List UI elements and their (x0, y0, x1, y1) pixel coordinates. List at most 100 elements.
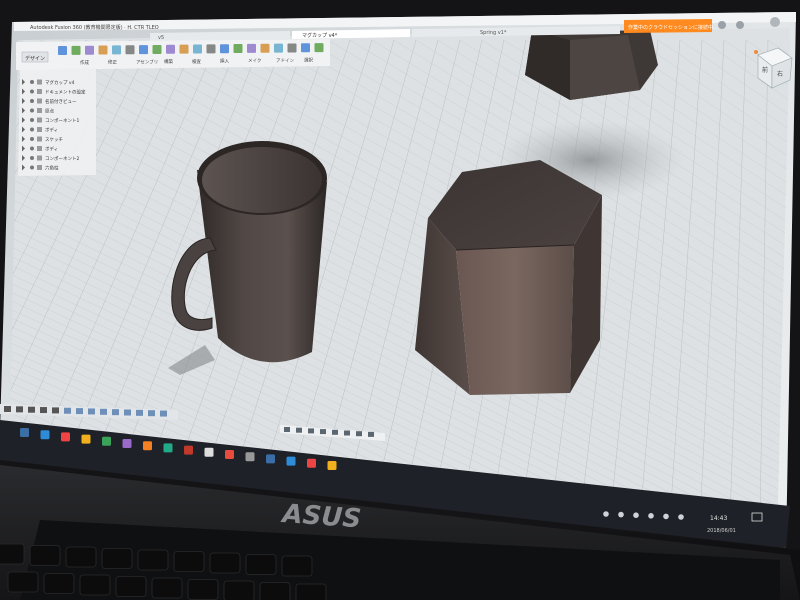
folder-icon (37, 146, 42, 151)
timeline-step-icon[interactable] (40, 407, 47, 414)
tray-icon[interactable] (633, 512, 639, 518)
taskbar-app-icon[interactable] (307, 458, 316, 468)
toolbar-tool-icon[interactable] (301, 43, 310, 53)
visibility-eye-icon[interactable] (30, 156, 34, 160)
toolbar-tool-icon[interactable] (220, 44, 229, 54)
timeline-step-icon[interactable] (64, 407, 71, 414)
tray-icon[interactable] (663, 513, 669, 520)
taskbar-app-icon[interactable] (204, 447, 214, 457)
toolbar-tool-icon[interactable] (287, 43, 297, 53)
timeline-step-icon[interactable] (16, 406, 23, 413)
nav-tool-icon[interactable] (320, 429, 326, 435)
toolbar-group-1[interactable]: 修正 (108, 59, 117, 66)
toolbar-tool-icon[interactable] (247, 43, 256, 53)
taskbar-app-icon[interactable] (245, 452, 255, 462)
browser-item-label[interactable]: 原点 (45, 109, 54, 115)
nav-tool-icon[interactable] (344, 430, 350, 436)
taskbar-app-icon[interactable] (122, 439, 132, 448)
nav-tool-icon[interactable] (284, 427, 290, 432)
toolbar-tool-icon[interactable] (58, 46, 67, 55)
timeline-step-icon[interactable] (160, 410, 167, 417)
toolbar-tool-icon[interactable] (274, 43, 283, 53)
visibility-eye-icon[interactable] (30, 146, 34, 151)
visibility-eye-icon[interactable] (30, 80, 34, 84)
taskbar-app-icon[interactable] (327, 461, 337, 470)
timeline-step-icon[interactable] (112, 409, 119, 416)
browser-item-label[interactable]: コンポーネント2 (45, 155, 79, 162)
toolbar-tool-icon[interactable] (71, 45, 81, 55)
toolbar-tool-icon[interactable] (112, 45, 121, 55)
toolbar-group-6[interactable]: メイク (248, 58, 261, 64)
timeline-step-icon[interactable] (76, 408, 83, 415)
timeline-step-icon[interactable] (4, 406, 11, 412)
toolbar-tool-icon[interactable] (152, 44, 162, 54)
nav-tool-icon[interactable] (308, 428, 314, 434)
nav-tool-icon[interactable] (332, 429, 338, 435)
toolbar-group-4[interactable]: 検査 (192, 58, 201, 65)
visibility-eye-icon[interactable] (30, 89, 34, 94)
account-icon[interactable] (718, 21, 726, 29)
toolbar-tool-icon[interactable] (98, 45, 108, 55)
toolbar-tool-icon[interactable] (193, 44, 202, 54)
taskbar-app-icon[interactable] (20, 428, 29, 437)
browser-item-label[interactable]: コンポーネント1 (45, 117, 79, 124)
taskbar-app-icon[interactable] (143, 441, 152, 451)
browser-item-label[interactable]: ボディ (45, 146, 58, 153)
visibility-eye-icon[interactable] (30, 108, 34, 113)
viewcube-home-icon[interactable] (754, 50, 758, 54)
visibility-eye-icon[interactable] (30, 165, 34, 170)
visibility-eye-icon[interactable] (30, 137, 34, 141)
taskbar-app-icon[interactable] (61, 432, 70, 442)
browser-item-label[interactable]: 名前付きビュー (45, 98, 77, 105)
timeline-step-icon[interactable] (28, 406, 35, 413)
toolbar-tool-icon[interactable] (233, 44, 243, 54)
toolbar-tool-icon[interactable] (85, 45, 94, 55)
tray-icon[interactable] (603, 511, 609, 517)
nav-tool-icon[interactable] (296, 427, 302, 433)
timeline-step-icon[interactable] (100, 408, 107, 415)
nav-tool-icon[interactable] (356, 431, 362, 437)
user-avatar[interactable] (770, 17, 780, 27)
taskbar-app-icon[interactable] (225, 450, 234, 459)
timeline-step-icon[interactable] (136, 409, 143, 416)
toolbar-tool-icon[interactable] (179, 44, 189, 54)
taskbar-app-icon[interactable] (102, 436, 111, 446)
visibility-eye-icon[interactable] (30, 99, 34, 103)
taskbar-app-icon[interactable] (81, 434, 91, 444)
tray-icon[interactable] (678, 514, 684, 520)
toolbar-tool-icon[interactable] (314, 43, 324, 53)
help-icon[interactable] (736, 21, 744, 29)
brand-logo: ASUS (280, 499, 363, 535)
toolbar-tool-icon[interactable] (139, 45, 148, 55)
keyboard-key (281, 555, 313, 577)
browser-item-label[interactable]: ドキュメントの設定 (45, 89, 86, 96)
nav-tool-icon[interactable] (368, 431, 374, 437)
timeline-step-icon[interactable] (52, 407, 59, 414)
toolbar-group-0[interactable]: 作成 (80, 59, 89, 66)
taskbar-app-icon[interactable] (184, 445, 193, 455)
toolbar-tool-icon[interactable] (125, 45, 135, 55)
toolbar-tool-icon[interactable] (166, 44, 175, 54)
visibility-eye-icon[interactable] (30, 118, 34, 122)
toolbar-group-5[interactable]: 挿入 (220, 58, 229, 65)
toolbar-group-2[interactable]: アセンブリ (136, 58, 158, 65)
timeline-step-icon[interactable] (124, 409, 131, 416)
taskbar-app-icon[interactable] (163, 443, 173, 453)
browser-item-label[interactable]: マグカップ v4 (45, 79, 75, 86)
toolbar-tool-icon[interactable] (206, 44, 216, 54)
toolbar-group-8[interactable]: 選択 (304, 57, 313, 64)
timeline-step-icon[interactable] (88, 408, 95, 415)
toolbar-group-3[interactable]: 構築 (164, 58, 173, 65)
browser-item-label[interactable]: スケッチ (45, 136, 63, 143)
taskbar-app-icon[interactable] (286, 456, 296, 466)
timeline-step-icon[interactable] (148, 410, 155, 417)
taskbar-app-icon[interactable] (266, 454, 275, 464)
tray-icon[interactable] (618, 511, 624, 518)
visibility-eye-icon[interactable] (30, 127, 34, 132)
tray-icon[interactable] (648, 513, 654, 519)
browser-item-label[interactable]: ボディ (45, 127, 58, 134)
toolbar-tool-icon[interactable] (260, 43, 270, 53)
browser-item-label[interactable]: 六角柱 (45, 165, 59, 172)
taskbar-app-icon[interactable] (40, 430, 50, 440)
toolbar-group-7[interactable]: アドイン (276, 58, 294, 64)
